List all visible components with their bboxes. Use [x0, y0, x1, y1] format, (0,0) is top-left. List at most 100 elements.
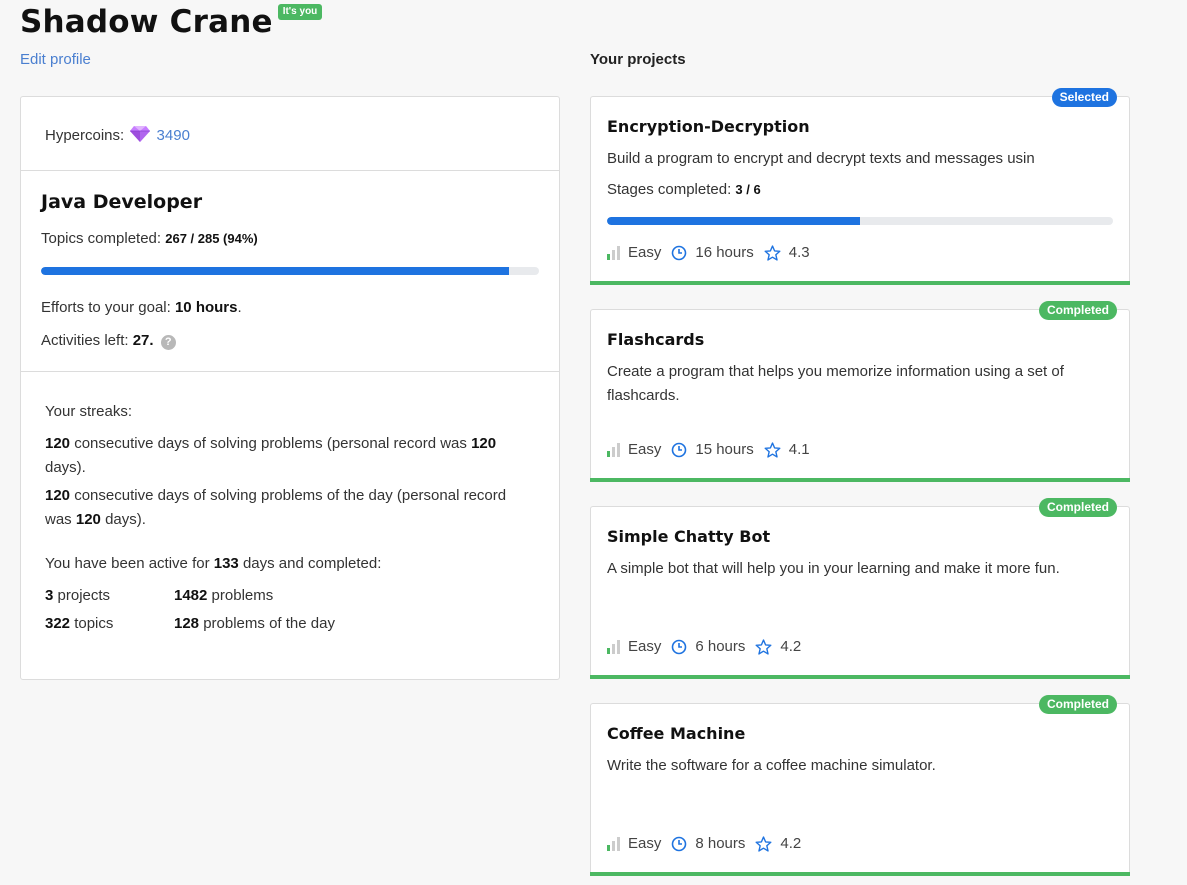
difficulty-label: Easy: [628, 244, 662, 261]
duration: 16 hours: [671, 244, 754, 261]
stages-value: 3 / 6: [735, 182, 761, 197]
clock-icon: [672, 639, 687, 654]
track-title: Java Developer: [41, 191, 203, 213]
rating: 4.2: [755, 638, 801, 655]
name-row: Shadow Crane It's you: [20, 2, 323, 42]
difficulty: Easy: [607, 638, 661, 655]
rating-value: 4.2: [780, 638, 802, 655]
project-card-flashcards[interactable]: Completed Flashcards Create a program th…: [590, 301, 1130, 482]
activities-label: Activities left:: [41, 332, 129, 349]
streaks-heading: Your streaks:: [45, 403, 132, 420]
stat-topics: 322 topics: [45, 612, 174, 636]
stat-topics-label: topics: [74, 615, 114, 632]
rating-value: 4.3: [788, 244, 810, 261]
difficulty-label: Easy: [628, 835, 662, 852]
active-suffix: days and completed:: [242, 555, 382, 572]
star-icon: [755, 835, 772, 852]
projects-heading: Your projects: [590, 51, 686, 68]
streak-solving-problems: 120 consecutive days of solving problems…: [45, 432, 535, 480]
project-card-simple-chatty-bot[interactable]: Completed Simple Chatty Bot A simple bot…: [590, 498, 1130, 679]
stats-grid: 3 projects 1482 problems 322 topics 128 …: [45, 584, 535, 636]
project-description: Build a program to encrypt and decrypt t…: [607, 150, 1035, 167]
track-section: Java Developer Topics completed: 267 / 2…: [21, 171, 559, 372]
stat-potd-count: 128: [174, 615, 200, 632]
stat-projects: 3 projects: [45, 584, 174, 608]
efforts-line: Efforts to your goal: 10 hours.: [41, 299, 242, 316]
stat-problems-count: 1482: [174, 587, 208, 604]
streak-problems-of-day: 120 consecutive days of solving problems…: [45, 484, 535, 532]
stages-label: Stages completed:: [607, 181, 732, 198]
project-title[interactable]: Coffee Machine: [607, 724, 745, 743]
star-icon: [764, 244, 781, 261]
rating-value: 4.2: [780, 835, 802, 852]
hypercoins-section: Hypercoins: 3490: [21, 97, 559, 171]
profile-header: Shadow Crane It's you: [20, 2, 323, 42]
gem-icon: [130, 125, 151, 146]
streak1-tail: days).: [45, 459, 86, 476]
difficulty-bars-icon: [607, 639, 620, 654]
project-meta: Easy 15 hours 4.1: [607, 441, 820, 458]
streak1-record: 120: [471, 435, 497, 452]
rating: 4.2: [755, 835, 801, 852]
duration-label: 16 hours: [695, 244, 754, 261]
duration-label: 8 hours: [695, 835, 746, 852]
stages-completed: Stages completed: 3 / 6: [607, 181, 761, 198]
project-title[interactable]: Flashcards: [607, 330, 704, 349]
streaks-section: Your streaks: 120 consecutive days of so…: [21, 372, 559, 636]
topics-value: 267 / 285 (94%): [165, 231, 258, 246]
topics-progress-bar: [41, 267, 539, 275]
activities-line: Activities left: 27. ?: [41, 332, 539, 350]
project-meta: Easy 6 hours 4.2: [607, 638, 811, 655]
streak1-count: 120: [45, 435, 71, 452]
streak2-record: 120: [75, 511, 101, 528]
hypercoins-value[interactable]: 3490: [157, 127, 190, 144]
project-meta: Easy 16 hours 4.3: [607, 244, 820, 261]
difficulty-label: Easy: [628, 441, 662, 458]
difficulty-bars-icon: [607, 245, 620, 260]
hypercoins-label: Hypercoins:: [45, 127, 125, 144]
stat-projects-label: projects: [57, 587, 111, 604]
difficulty: Easy: [607, 244, 661, 261]
project-title[interactable]: Encryption-Decryption: [607, 117, 810, 136]
status-badge: Completed: [1038, 498, 1117, 517]
profile-card: Hypercoins: 3490 Java Developer Topics c…: [20, 96, 560, 680]
stat-potd-label: problems of the day: [203, 615, 335, 632]
topics-completed: Topics completed: 267 / 285 (94%): [41, 230, 539, 247]
project-card-coffee-machine[interactable]: Completed Coffee Machine Write the softw…: [590, 695, 1130, 876]
activities-value: 27.: [132, 332, 154, 349]
stat-problems: 1482 problems: [174, 584, 474, 608]
rating-value: 4.1: [788, 441, 810, 458]
stat-potd: 128 problems of the day: [174, 612, 474, 636]
rating: 4.1: [764, 441, 810, 458]
clock-icon: [672, 836, 687, 851]
project-description: A simple bot that will help you in your …: [607, 560, 1060, 577]
project-card-encryption-decryption[interactable]: Selected Encryption-Decryption Build a p…: [590, 88, 1130, 285]
stat-projects-count: 3: [45, 587, 54, 604]
rating: 4.3: [764, 244, 810, 261]
stat-topics-count: 322: [45, 615, 71, 632]
topics-progress-fill: [41, 267, 510, 275]
user-name: Shadow Crane: [20, 4, 273, 40]
status-badge: Completed: [1038, 695, 1117, 714]
streak2-tail: days).: [105, 511, 146, 528]
edit-profile-link[interactable]: Edit profile: [20, 51, 91, 68]
streak2-count: 120: [45, 487, 71, 504]
project-description: Write the software for a coffee machine …: [607, 757, 936, 774]
stat-problems-label: problems: [211, 587, 274, 604]
status-badge: Completed: [1038, 301, 1117, 320]
difficulty-label: Easy: [628, 638, 662, 655]
project-title[interactable]: Simple Chatty Bot: [607, 527, 770, 546]
duration: 8 hours: [671, 835, 745, 852]
topics-label: Topics completed:: [41, 230, 162, 247]
efforts-label: Efforts to your goal:: [41, 299, 171, 316]
its-you-badge: It's you: [277, 4, 323, 20]
stages-progress-fill: [607, 217, 860, 225]
star-icon: [764, 441, 781, 458]
streak1-text: consecutive days of solving problems (pe…: [74, 435, 467, 452]
help-icon[interactable]: ?: [160, 335, 176, 350]
status-badge: Selected: [1051, 88, 1117, 107]
duration-label: 6 hours: [695, 638, 746, 655]
difficulty-bars-icon: [607, 836, 620, 851]
difficulty: Easy: [607, 835, 661, 852]
clock-icon: [672, 442, 687, 457]
